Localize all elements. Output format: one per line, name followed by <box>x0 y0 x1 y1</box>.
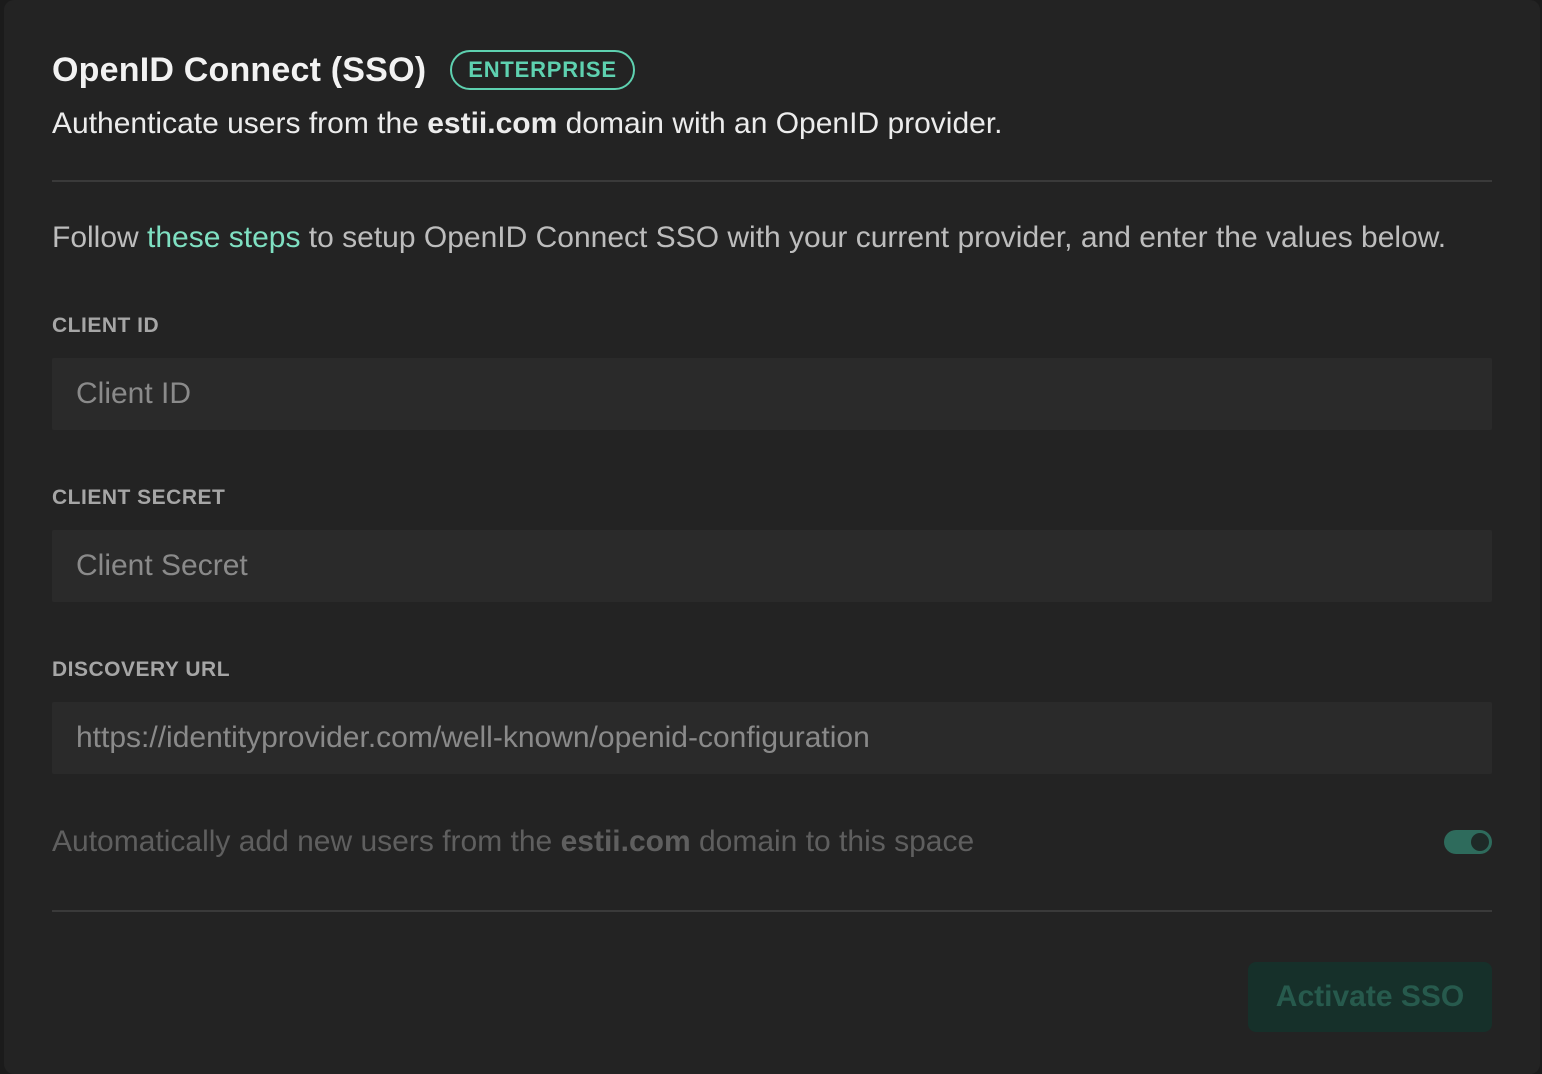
toggle-knob <box>1471 833 1489 851</box>
activate-sso-button[interactable]: Activate SSO <box>1248 962 1492 1032</box>
discovery-url-label: DISCOVERY URL <box>52 658 231 681</box>
client-secret-label: CLIENT SECRET <box>52 486 226 509</box>
auto-add-prefix: Automatically add new users from the <box>52 825 561 858</box>
panel-header: OpenID Connect (SSO) ENTERPRISE <box>52 48 635 92</box>
auto-add-suffix: domain to this space <box>690 825 975 858</box>
sso-settings-panel: OpenID Connect (SSO) ENTERPRISE Authenti… <box>4 0 1540 1074</box>
page-title: OpenID Connect (SSO) <box>52 50 427 89</box>
client-id-label: CLIENT ID <box>52 314 160 337</box>
client-secret-input[interactable] <box>52 530 1492 602</box>
setup-instructions: Follow these steps to setup OpenID Conne… <box>52 218 1446 258</box>
auto-add-users-row: Automatically add new users from the est… <box>52 822 1492 862</box>
subtitle-suffix: domain with an OpenID provider. <box>557 107 1003 140</box>
instructions-suffix: to setup OpenID Connect SSO with your cu… <box>300 221 1447 254</box>
these-steps-link[interactable]: these steps <box>147 221 300 254</box>
instructions-prefix: Follow <box>52 221 148 254</box>
discovery-url-input[interactable] <box>52 702 1492 774</box>
auto-add-domain: estii.com <box>560 825 691 858</box>
auto-add-users-toggle[interactable] <box>1444 830 1492 854</box>
enterprise-badge: ENTERPRISE <box>450 50 635 90</box>
panel-subtitle: Authenticate users from the estii.com do… <box>52 104 1003 144</box>
client-id-input[interactable] <box>52 358 1492 430</box>
footer-divider <box>52 910 1492 912</box>
header-divider <box>52 180 1492 182</box>
auto-add-users-label: Automatically add new users from the est… <box>52 822 974 862</box>
subtitle-prefix: Authenticate users from the <box>52 107 428 140</box>
subtitle-domain: estii.com <box>427 107 558 140</box>
